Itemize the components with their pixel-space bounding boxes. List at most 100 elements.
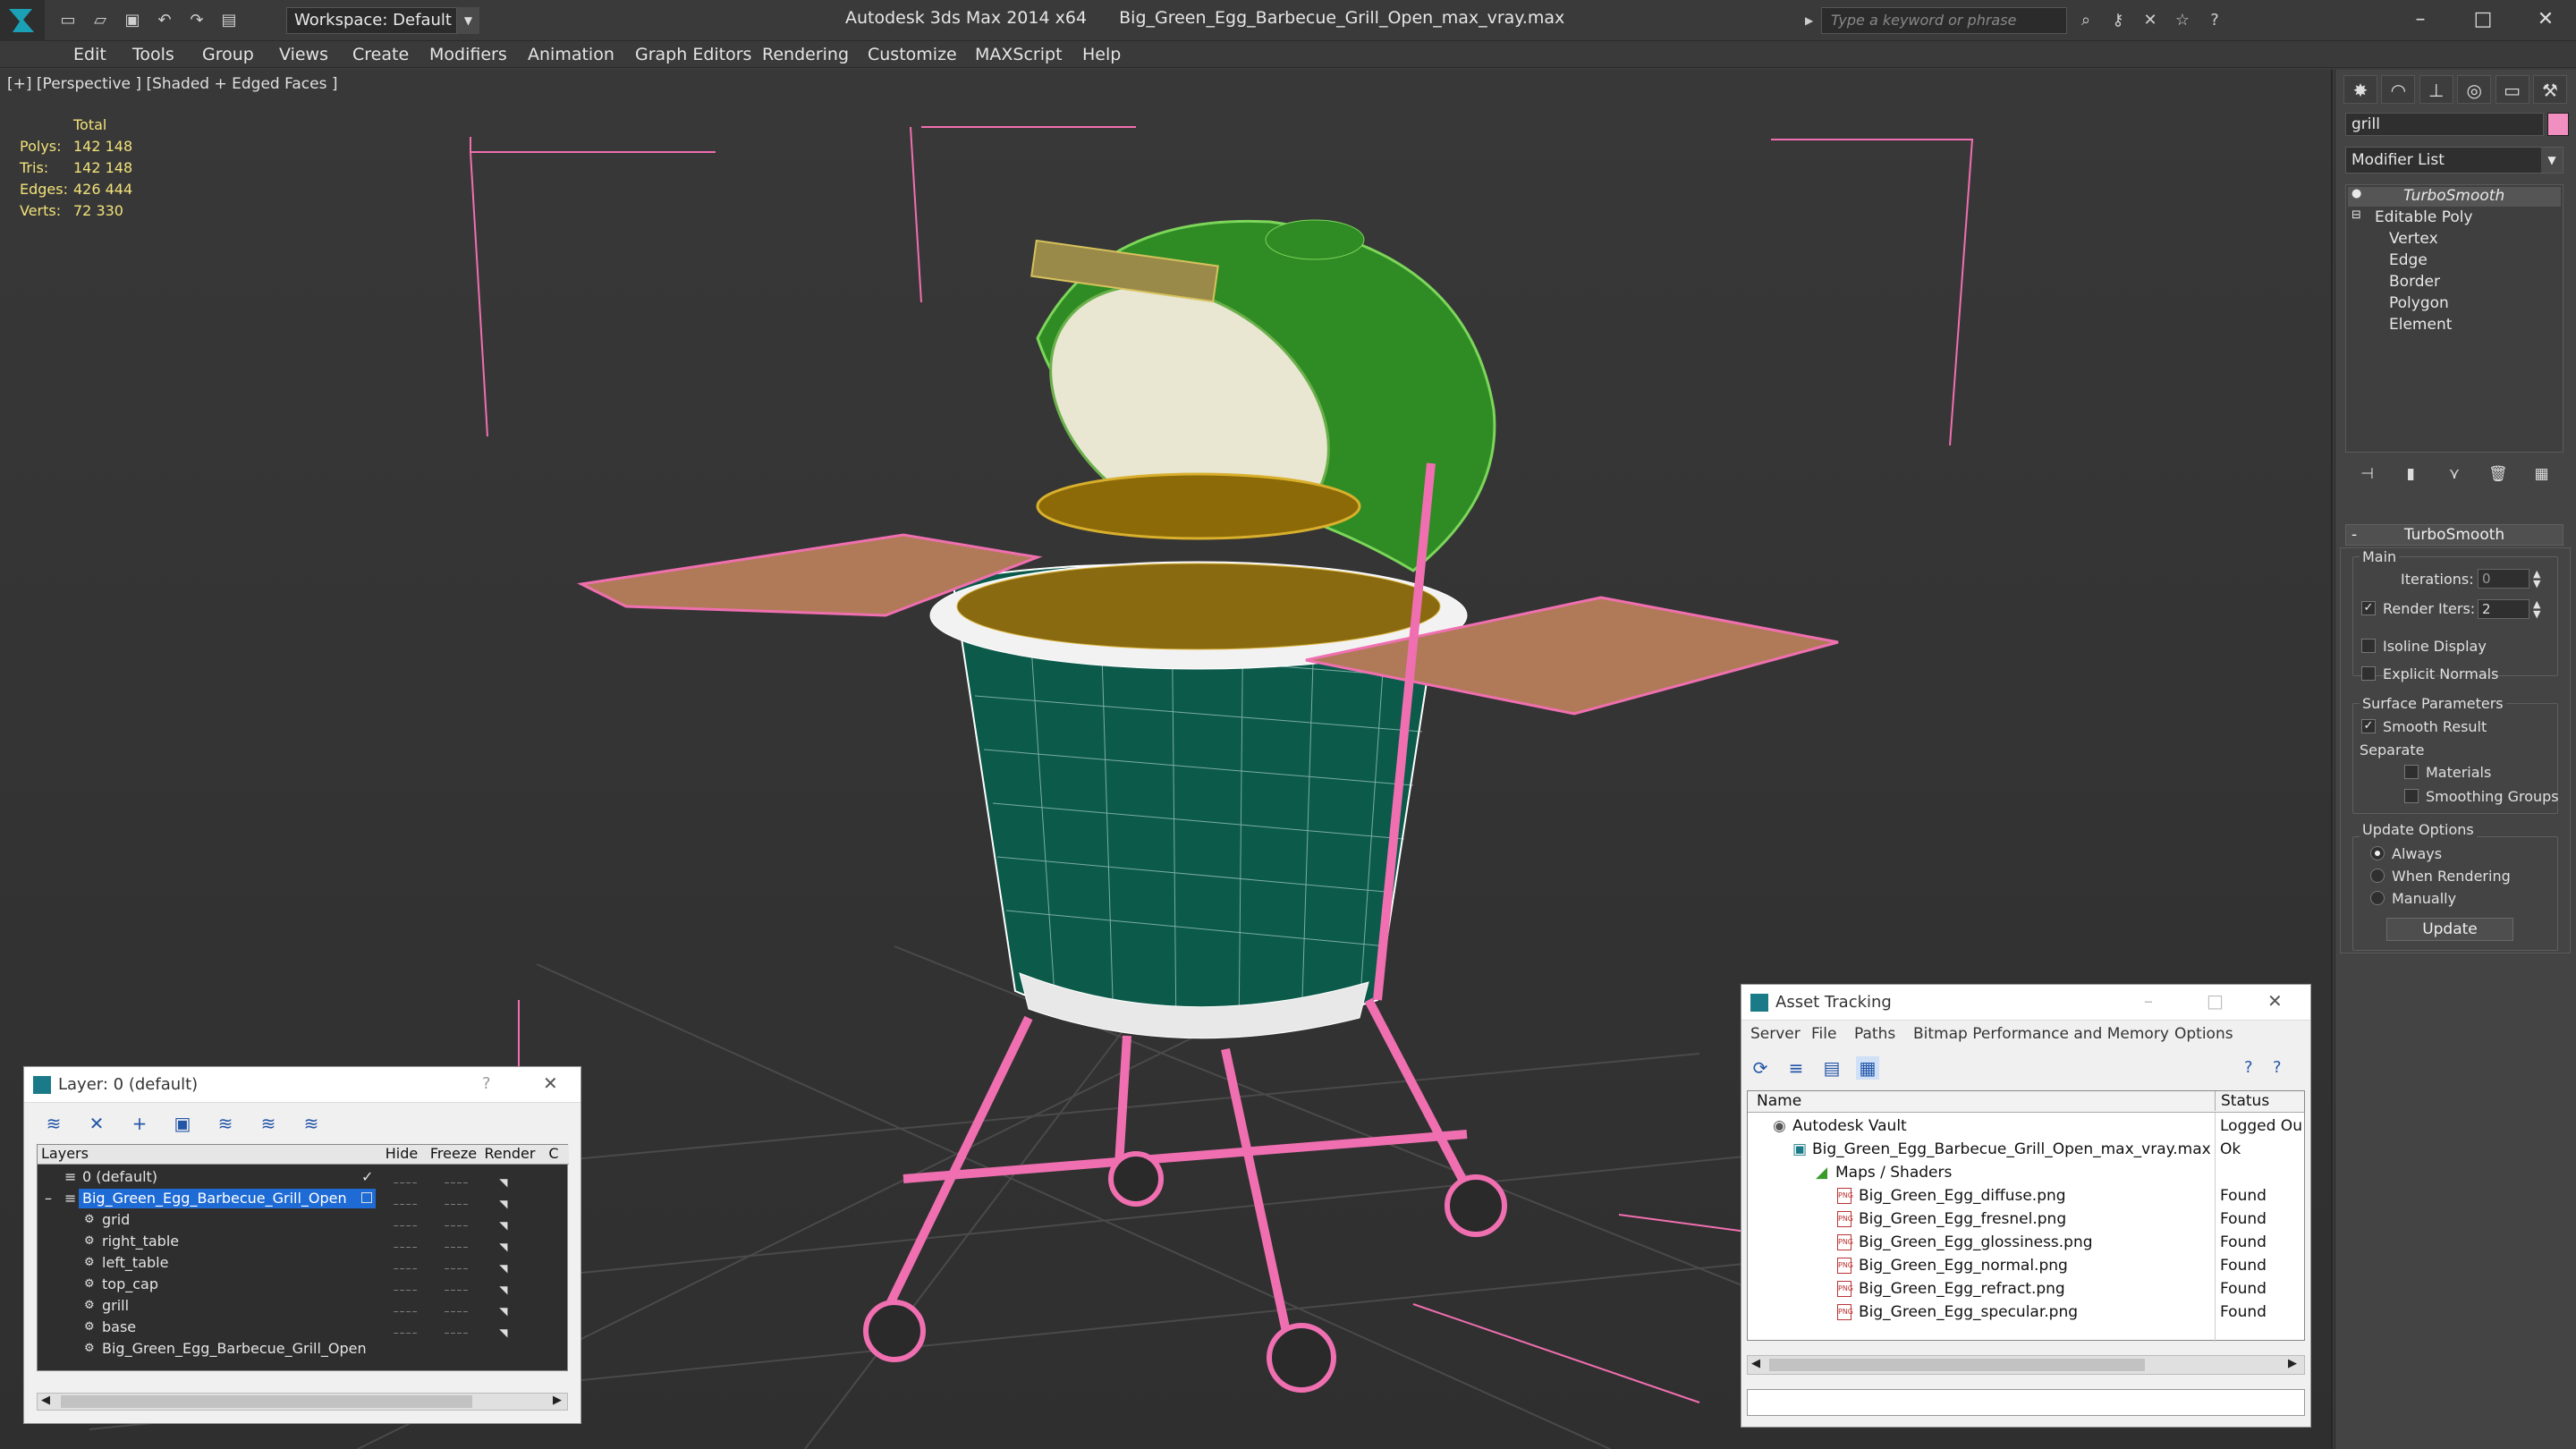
- smoothing-groups-checkbox[interactable]: [2404, 789, 2419, 803]
- help-context-icon[interactable]: ?: [2273, 1058, 2282, 1077]
- turbosmooth-rollout-header[interactable]: - TurboSmooth: [2345, 524, 2563, 546]
- menu-maxscript[interactable]: MAXScript: [975, 41, 1063, 68]
- show-end-result-icon[interactable]: ▮: [2397, 462, 2424, 487]
- col-name[interactable]: Name: [1757, 1091, 1801, 1111]
- asset-row[interactable]: ▣ Big_Green_Egg_Barbecue_Grill_Open_max_…: [1748, 1138, 2304, 1161]
- search-expand-icon[interactable]: ▶: [1805, 9, 1819, 32]
- modifier-list-dropdown[interactable]: Modifier List ▼: [2345, 147, 2563, 174]
- menu-file[interactable]: File: [1811, 1021, 1836, 1047]
- tree-view-icon[interactable]: ▤: [1820, 1056, 1843, 1080]
- redo-icon[interactable]: ↷: [184, 9, 209, 32]
- menu-modifiers[interactable]: Modifiers: [429, 41, 507, 68]
- modifier-stack[interactable]: ● TurboSmooth ⊟ Editable Poly Vertex Edg…: [2345, 184, 2563, 453]
- delete-layer-icon[interactable]: ✕: [85, 1112, 108, 1135]
- asset-row[interactable]: PNG Big_Green_Egg_diffuse.png Found: [1748, 1184, 2304, 1208]
- asset-horizontal-scrollbar[interactable]: ◀ ▶: [1747, 1355, 2305, 1375]
- asset-row[interactable]: ◢ Maps / Shaders: [1748, 1161, 2304, 1184]
- menu-views[interactable]: Views: [279, 41, 328, 68]
- object-color-swatch[interactable]: [2547, 113, 2569, 136]
- active-box-icon[interactable]: [361, 1192, 372, 1203]
- list-view-icon[interactable]: ≡: [1784, 1056, 1808, 1080]
- asset-row[interactable]: PNG Big_Green_Egg_specular.png Found: [1748, 1301, 2304, 1324]
- make-unique-icon[interactable]: ⋎: [2441, 462, 2468, 487]
- asset-row[interactable]: PNG Big_Green_Egg_fresnel.png Found: [1748, 1208, 2304, 1231]
- scroll-right-icon[interactable]: ▶: [2288, 1357, 2297, 1370]
- always-radio[interactable]: [2370, 846, 2385, 860]
- menu-create[interactable]: Create: [352, 41, 409, 68]
- help-icon[interactable]: ?: [2202, 9, 2227, 32]
- explicit-normals-checkbox[interactable]: [2361, 666, 2376, 681]
- render-iters-spinner[interactable]: 2: [2478, 599, 2529, 619]
- menu-customize[interactable]: Customize: [868, 41, 957, 68]
- modify-tab-icon[interactable]: ◠: [2381, 75, 2416, 104]
- asset-row[interactable]: ◉ Autodesk Vault Logged Ou: [1748, 1114, 2304, 1138]
- col-color[interactable]: C: [538, 1145, 569, 1165]
- maximize-button[interactable]: □: [2456, 4, 2510, 36]
- freeze-all-layers-icon[interactable]: ≋: [300, 1112, 323, 1135]
- close-dialog-button[interactable]: ✕: [2267, 990, 2283, 1012]
- stack-item[interactable]: Border: [2389, 273, 2440, 291]
- save-icon[interactable]: ▣: [120, 9, 145, 32]
- menu-server[interactable]: Server: [1750, 1021, 1801, 1047]
- undo-icon[interactable]: ↶: [152, 9, 177, 32]
- spinner-arrows-icon[interactable]: ▲ ▼: [2533, 569, 2540, 589]
- highlight-layer-icon[interactable]: ≋: [214, 1112, 237, 1135]
- utilities-tab-icon[interactable]: ⚒: [2532, 75, 2567, 104]
- smooth-result-checkbox[interactable]: ✓: [2361, 719, 2376, 733]
- stack-item[interactable]: Polygon: [2389, 294, 2449, 312]
- workspace-dropdown[interactable]: Workspace: Default: [286, 7, 479, 34]
- hierarchy-tab-icon[interactable]: ⊥: [2419, 75, 2453, 104]
- asset-path-field[interactable]: [1747, 1389, 2305, 1416]
- iterations-spinner[interactable]: 0: [2478, 569, 2529, 589]
- menu-bitmap-performance[interactable]: Bitmap Performance and Memory: [1913, 1021, 2169, 1047]
- minimize-button[interactable]: –: [2394, 4, 2447, 36]
- isoline-display-checkbox[interactable]: [2361, 639, 2376, 653]
- minimize-dialog-button[interactable]: –: [2144, 990, 2153, 1012]
- open-file-icon[interactable]: ▱: [88, 9, 113, 32]
- asset-row[interactable]: PNG Big_Green_Egg_refract.png Found: [1748, 1277, 2304, 1301]
- asset-list[interactable]: Name Status ◉ Autodesk Vault Logged Ou ▣…: [1747, 1090, 2306, 1342]
- col-layers[interactable]: Layers: [38, 1145, 377, 1165]
- col-freeze[interactable]: Freeze: [426, 1145, 481, 1165]
- scroll-right-icon[interactable]: ▶: [553, 1394, 562, 1407]
- col-hide[interactable]: Hide: [377, 1145, 426, 1165]
- asset-tracking-titlebar[interactable]: Asset Tracking – □ ✕: [1741, 985, 2310, 1021]
- maximize-dialog-button[interactable]: □: [2207, 990, 2224, 1012]
- favorites-star-icon[interactable]: ☆: [2170, 9, 2195, 32]
- when-rendering-radio[interactable]: [2370, 869, 2385, 883]
- stack-item[interactable]: Vertex: [2389, 230, 2438, 248]
- collapse-icon[interactable]: –: [45, 1188, 52, 1209]
- stack-item[interactable]: Editable Poly: [2375, 208, 2473, 226]
- exchange-icon[interactable]: ✕: [2138, 9, 2163, 32]
- update-button[interactable]: Update: [2386, 918, 2513, 941]
- col-render[interactable]: Render: [481, 1145, 538, 1165]
- workspace-dropdown-arrow-icon[interactable]: ▼: [456, 7, 479, 34]
- remove-modifier-icon[interactable]: 🗑: [2485, 462, 2512, 487]
- new-file-icon[interactable]: ▭: [55, 9, 80, 32]
- refresh-icon[interactable]: ⟳: [1749, 1056, 1772, 1080]
- layer-stack-icon[interactable]: ≋: [42, 1112, 65, 1135]
- menu-animation[interactable]: Animation: [528, 41, 614, 68]
- close-button[interactable]: ✕: [2519, 4, 2572, 36]
- add-to-layer-icon[interactable]: +: [128, 1112, 151, 1135]
- spinner-arrows-icon[interactable]: ▲ ▼: [2533, 599, 2540, 619]
- layer-horizontal-scrollbar[interactable]: ◀ ▶: [37, 1393, 568, 1411]
- scroll-thumb[interactable]: [61, 1395, 472, 1408]
- manually-radio[interactable]: [2370, 891, 2385, 905]
- table-view-icon[interactable]: ▦: [1856, 1056, 1879, 1080]
- stack-item[interactable]: TurboSmooth: [2403, 187, 2504, 205]
- motion-tab-icon[interactable]: ◎: [2457, 75, 2492, 104]
- asset-row[interactable]: PNG Big_Green_Egg_normal.png Found: [1748, 1254, 2304, 1277]
- search-input[interactable]: Type a keyword or phrase: [1821, 7, 2067, 34]
- menu-paths[interactable]: Paths: [1854, 1021, 1895, 1047]
- menu-rendering[interactable]: Rendering: [762, 41, 849, 68]
- create-tab-icon[interactable]: ✸: [2343, 75, 2377, 104]
- help-button[interactable]: ?: [482, 1074, 491, 1093]
- app-logo-icon[interactable]: [0, 0, 45, 41]
- menu-group[interactable]: Group: [202, 41, 254, 68]
- layer-toggle-columns[interactable]: –––– –––– ◥ –––– –––– ◥ –––– –––– ◥ ––––…: [385, 1172, 564, 1360]
- col-status[interactable]: Status: [2215, 1091, 2306, 1111]
- binoculars-icon[interactable]: ⌕: [2073, 9, 2098, 32]
- pin-stack-icon[interactable]: ⊣: [2353, 462, 2380, 487]
- display-tab-icon[interactable]: ▭: [2495, 75, 2529, 104]
